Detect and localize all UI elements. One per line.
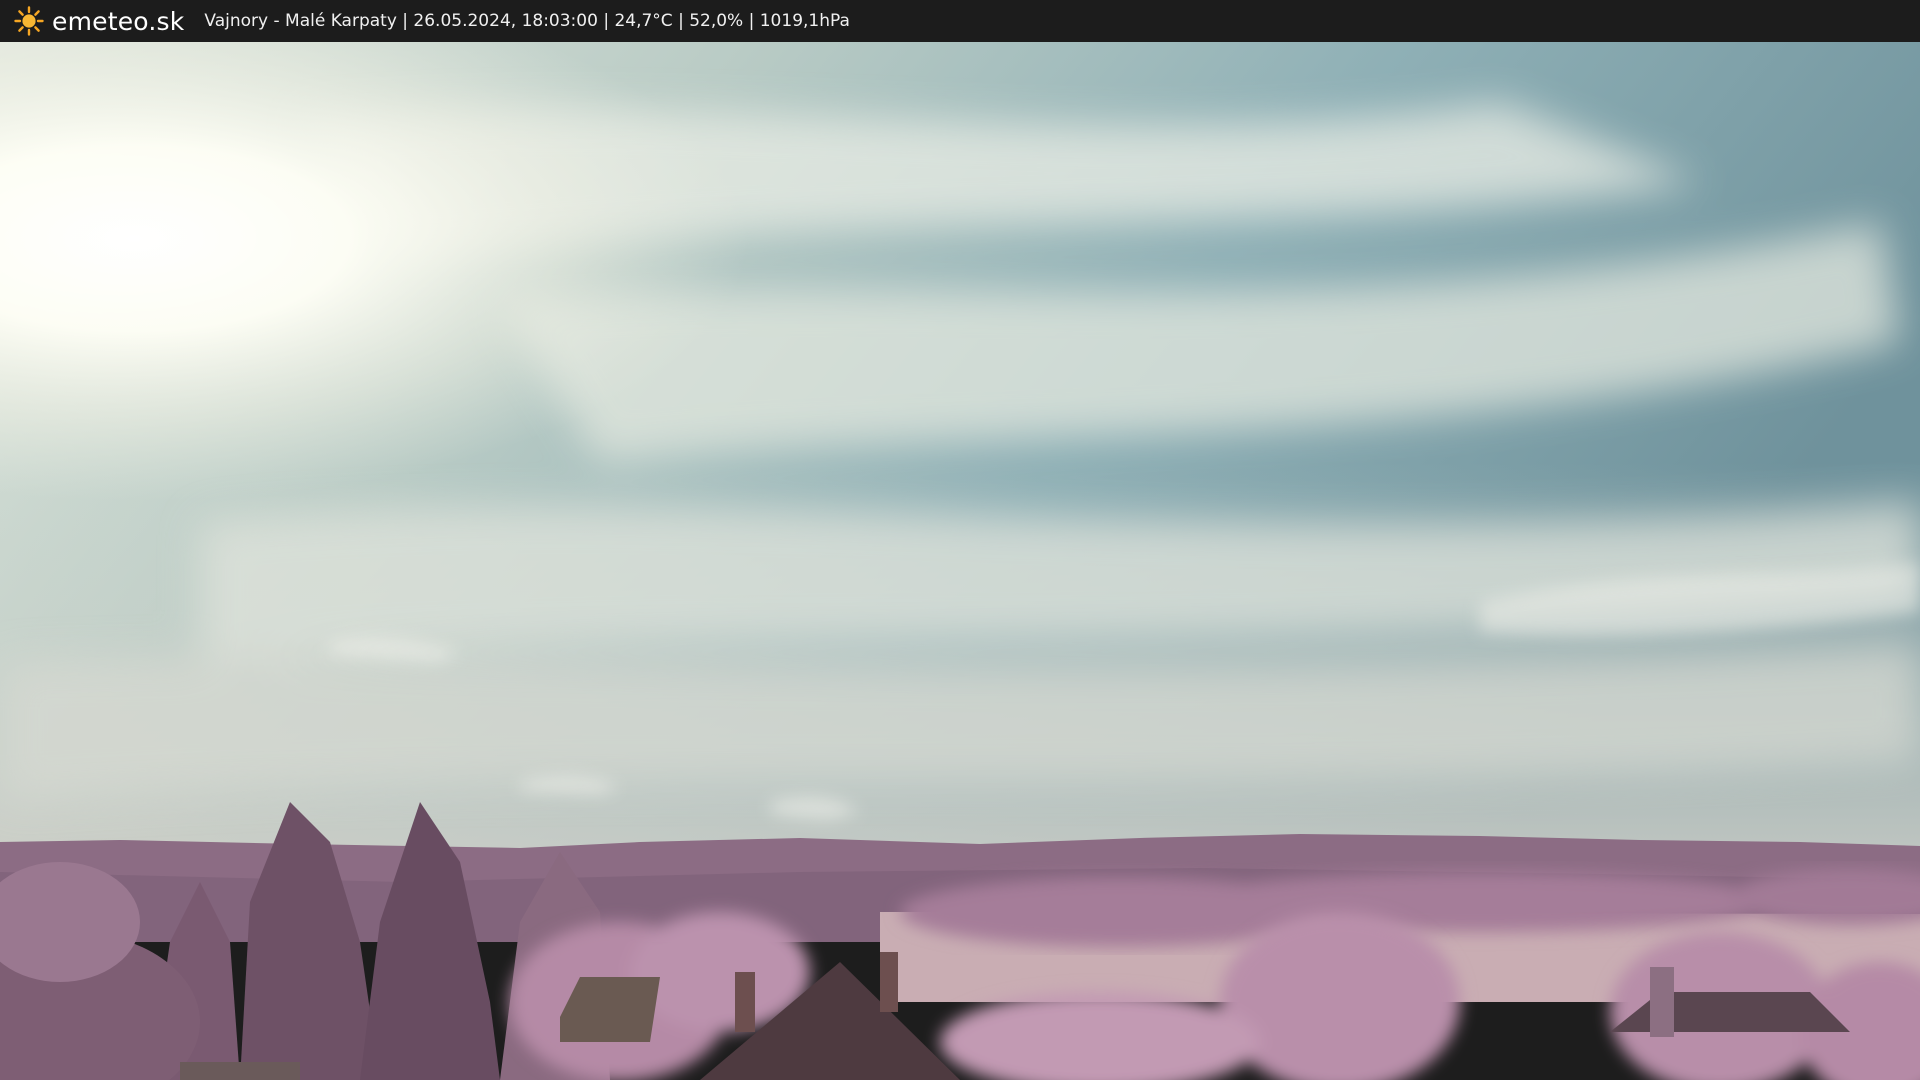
caption-bar: emeteo.sk Vajnory - Malé Karpaty | 26.05… [0,0,1920,42]
brand: emeteo.sk [14,6,184,36]
station-caption: Vajnory - Malé Karpaty | 26.05.2024, 18:… [204,11,850,31]
brand-logo: emeteo.sk [52,6,185,36]
sun-icon [14,6,44,36]
webcam-image [0,42,1920,1080]
webcam-page: emeteo.sk Vajnory - Malé Karpaty | 26.05… [0,0,1920,1080]
